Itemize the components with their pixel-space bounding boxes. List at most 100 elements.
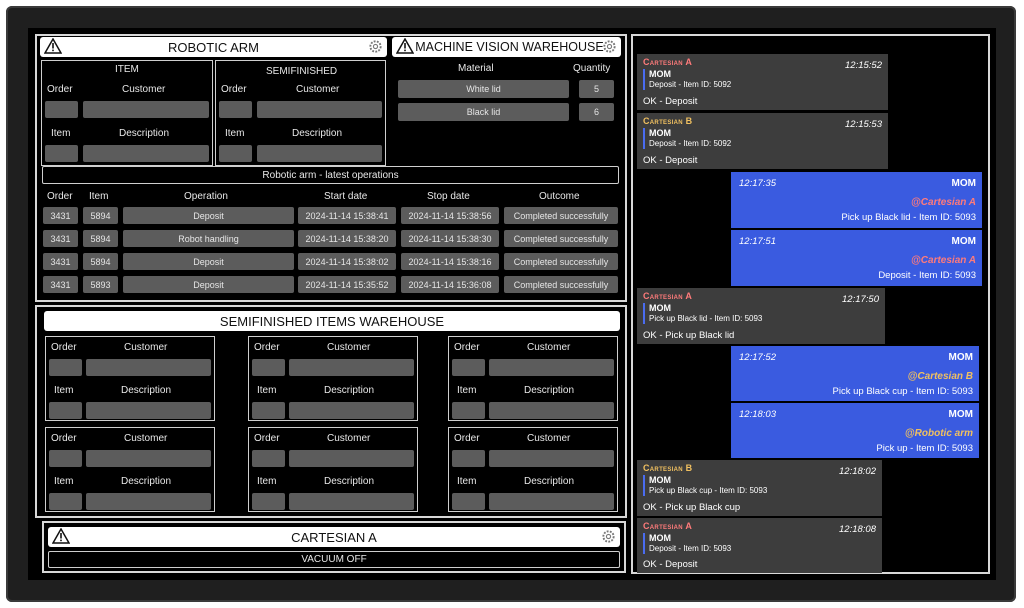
item-header: ITEM bbox=[115, 64, 139, 75]
slot-description-field[interactable] bbox=[86, 402, 211, 419]
quoted-sender: MOM bbox=[649, 69, 671, 79]
semi-order-field[interactable] bbox=[219, 101, 252, 118]
slot-item-label: Item bbox=[54, 385, 74, 396]
slot-item-label: Item bbox=[257, 476, 277, 487]
message-time: 12:17:35 bbox=[739, 178, 776, 189]
slot-customer-label: Customer bbox=[124, 433, 168, 444]
slot-customer-field[interactable] bbox=[289, 450, 414, 467]
item-item-field[interactable] bbox=[45, 145, 78, 162]
semi-item-field[interactable] bbox=[219, 145, 252, 162]
slot-item-field[interactable] bbox=[452, 402, 485, 419]
slot-description-field[interactable] bbox=[289, 493, 414, 510]
message-text: OK - Pick up Black cup bbox=[643, 502, 741, 513]
slot-order-field[interactable] bbox=[49, 359, 82, 376]
gear-icon[interactable] bbox=[368, 39, 383, 54]
ops-outcome-cell: Completed successfully bbox=[504, 207, 618, 224]
item-customer-label: Customer bbox=[122, 84, 166, 95]
slot-description-field[interactable] bbox=[489, 402, 614, 419]
message-sender: MOM bbox=[948, 409, 973, 420]
slot-order-label: Order bbox=[254, 342, 280, 353]
ops-col-outcome: Outcome bbox=[539, 191, 580, 202]
semifinished-header: SEMIFINISHED bbox=[266, 66, 338, 77]
quoted-sender: MOM bbox=[649, 533, 671, 543]
slot-item-field[interactable] bbox=[252, 402, 285, 419]
message-mention: @Cartesian B bbox=[907, 371, 973, 382]
slot-order-label: Order bbox=[454, 433, 480, 444]
slot-order-field[interactable] bbox=[252, 450, 285, 467]
vision-titlebar: MACHINE VISION WAREHOUSE bbox=[392, 37, 621, 57]
semi-description-label: Description bbox=[292, 128, 343, 139]
semi-warehouse-titlebar: SEMIFINISHED ITEMS WAREHOUSE bbox=[44, 311, 620, 331]
slot-order-field[interactable] bbox=[452, 450, 485, 467]
slot-description-label: Description bbox=[524, 476, 575, 487]
slot-customer-field[interactable] bbox=[289, 359, 414, 376]
slot-customer-field[interactable] bbox=[86, 359, 211, 376]
slot-customer-field[interactable] bbox=[489, 450, 614, 467]
ops-col-stop: Stop date bbox=[427, 191, 470, 202]
slot-item-field[interactable] bbox=[452, 493, 485, 510]
message-time: 12:15:52 bbox=[845, 60, 882, 71]
slot-order-field[interactable] bbox=[452, 359, 485, 376]
slot-item-field[interactable] bbox=[49, 402, 82, 419]
vision-title: MACHINE VISION WAREHOUSE bbox=[415, 40, 604, 54]
slot-customer-label: Customer bbox=[527, 433, 571, 444]
slot-order-label: Order bbox=[254, 433, 280, 444]
message-text: Deposit - Item ID: 5093 bbox=[878, 270, 976, 281]
ops-item-cell: 5894 bbox=[83, 230, 118, 247]
ops-item-cell: 5894 bbox=[83, 207, 118, 224]
quantity-cell: 5 bbox=[579, 80, 614, 98]
item-description-field[interactable] bbox=[83, 145, 209, 162]
slot-item-field[interactable] bbox=[49, 493, 82, 510]
item-order-label: Order bbox=[47, 84, 73, 95]
incoming-message: Cartesian B 12:18:02 MOM Pick up Black cup … bbox=[637, 460, 882, 516]
ops-stop-cell: 2024-11-14 15:38:30 bbox=[401, 230, 499, 247]
ops-order-cell: 3431 bbox=[43, 230, 78, 247]
message-sender: Cartesian B bbox=[643, 116, 693, 126]
ops-stop-cell: 2024-11-14 15:36:08 bbox=[401, 276, 499, 293]
material-cell: White lid bbox=[398, 80, 569, 98]
slot-customer-field[interactable] bbox=[489, 359, 614, 376]
slot-description-label: Description bbox=[324, 385, 375, 396]
vacuum-status: VACUUM OFF bbox=[48, 551, 620, 568]
gear-icon[interactable] bbox=[602, 39, 617, 54]
ops-operation-cell: Deposit bbox=[123, 207, 294, 224]
slot-item-label: Item bbox=[54, 476, 74, 487]
slot-customer-label: Customer bbox=[124, 342, 168, 353]
semi-description-field[interactable] bbox=[257, 145, 382, 162]
slot-customer-field[interactable] bbox=[86, 450, 211, 467]
message-text: Pick up - Item ID: 5093 bbox=[876, 443, 973, 454]
slot-order-field[interactable] bbox=[49, 450, 82, 467]
message-text: OK - Deposit bbox=[643, 96, 698, 107]
message-text: Pick up Black cup - Item ID: 5093 bbox=[832, 386, 973, 397]
ops-operation-cell: Deposit bbox=[123, 253, 294, 270]
outgoing-message: 12:18:03 MOM @Robotic arm Pick up - Item ID… bbox=[731, 403, 979, 458]
gear-icon[interactable] bbox=[601, 529, 616, 544]
slot-item-label: Item bbox=[457, 385, 477, 396]
semi-order-label: Order bbox=[221, 84, 247, 95]
slot-description-field[interactable] bbox=[289, 402, 414, 419]
message-sender: MOM bbox=[948, 352, 973, 363]
slot-item-label: Item bbox=[257, 385, 277, 396]
item-order-field[interactable] bbox=[45, 101, 78, 118]
slot-description-field[interactable] bbox=[86, 493, 211, 510]
item-customer-field[interactable] bbox=[83, 101, 209, 118]
message-sender: Cartesian A bbox=[643, 521, 693, 531]
slot-description-field[interactable] bbox=[489, 493, 614, 510]
ops-col-start: Start date bbox=[324, 191, 368, 202]
quoted-sender: MOM bbox=[649, 303, 671, 313]
outgoing-message: 12:17:35 MOM @Cartesian A Pick up Black lid… bbox=[731, 172, 982, 228]
material-header: Material bbox=[458, 63, 494, 74]
message-mention: @Cartesian A bbox=[911, 255, 976, 266]
outgoing-message: 12:17:52 MOM @Cartesian B Pick up Black cup… bbox=[731, 346, 979, 401]
message-time: 12:15:53 bbox=[845, 119, 882, 130]
slot-order-field[interactable] bbox=[252, 359, 285, 376]
slot-item-label: Item bbox=[457, 476, 477, 487]
message-sender: MOM bbox=[951, 236, 976, 247]
semi-customer-field[interactable] bbox=[257, 101, 382, 118]
quoted-message: MOM Pick up Black lid - Item ID: 5093 bbox=[643, 303, 762, 324]
quantity-cell: 6 bbox=[579, 103, 614, 121]
message-text: OK - Pick up Black lid bbox=[643, 330, 735, 341]
quoted-text: Deposit - Item ID: 5092 bbox=[649, 80, 732, 89]
slot-item-field[interactable] bbox=[252, 493, 285, 510]
ops-start-cell: 2024-11-14 15:38:41 bbox=[298, 207, 396, 224]
